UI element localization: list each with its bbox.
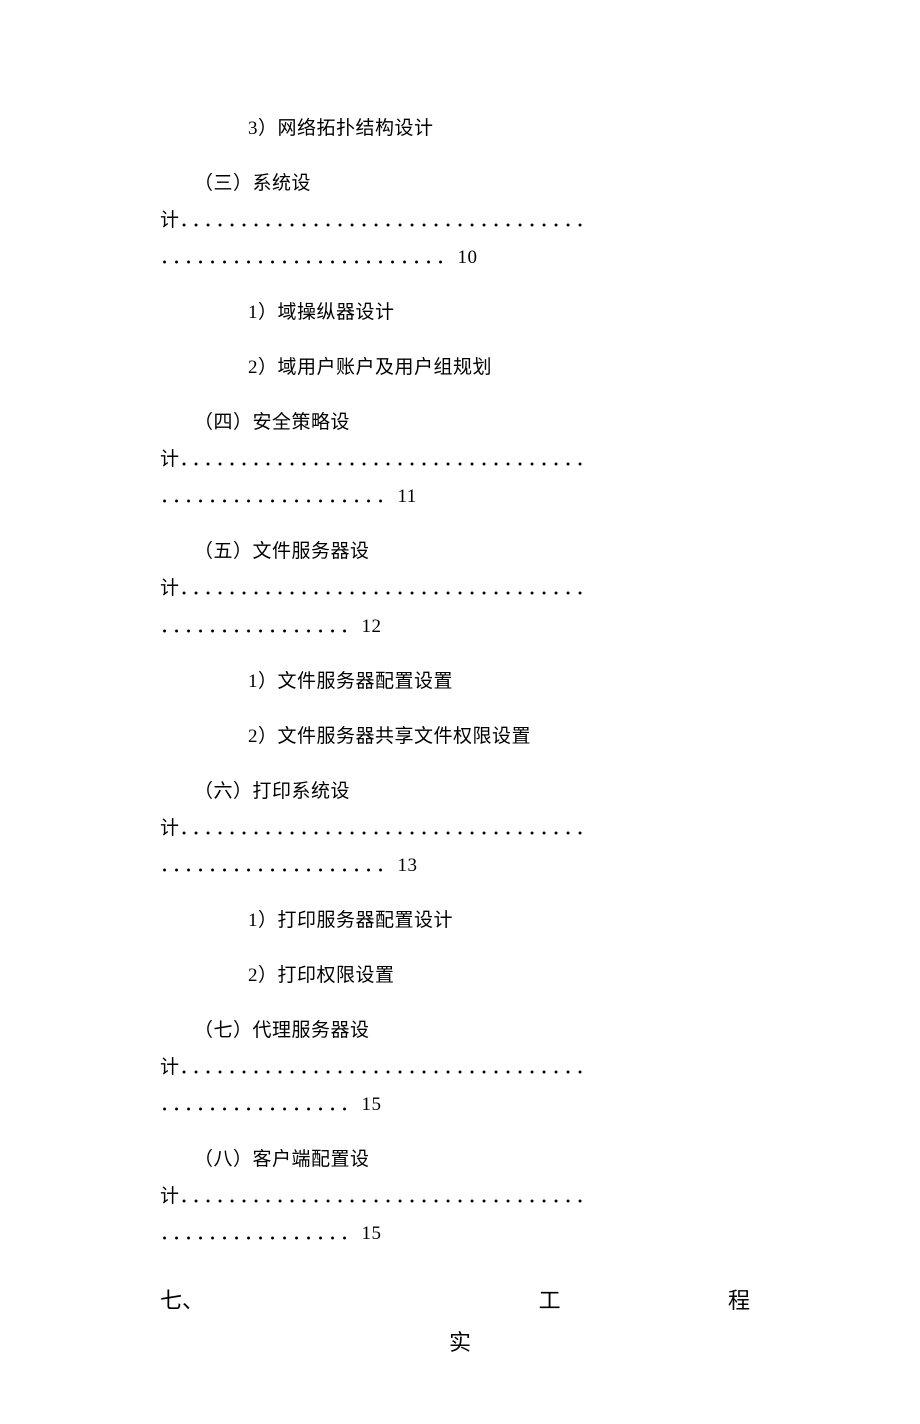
toc-page-number: 11 [398,486,417,507]
toc-label-cont: 计 [160,578,180,599]
toc-dots: ．．．．．．．．．．．．．．．．．．．．．．．．．．．．．．．．．． [180,449,598,470]
heading-number: 七、 [160,1280,204,1322]
toc-section-4-cont: 计．．．．．．．．．．．．．．．．．．．．．．．．．．．．．．．．．． [160,441,760,478]
toc-section-8-dots: ．．．．．．．．．．．．．．．．15 [160,1215,760,1252]
heading-char: 工 [539,1280,561,1322]
toc-section-7: （七）代理服务器设 [160,1012,760,1049]
toc-dots: ．．．．．．．．．．．．．．．．．．．．．．．． [160,247,458,268]
toc-dots: ．．．．．．．．．．．．．．．．．．．．．．．．．．．．．．．．．． [180,818,598,839]
toc-section-8-cont: 计．．．．．．．．．．．．．．．．．．．．．．．．．．．．．．．．．． [160,1178,760,1215]
toc-label: （八）客户端配置设 [194,1149,370,1170]
toc-label-cont: 计 [160,1057,180,1078]
toc-section-5: （五）文件服务器设 [160,533,760,570]
toc-subitem: 1）文件服务器配置设置 [160,663,760,700]
toc-dots: ．．．．．．．．．．．．．．．． [160,616,362,637]
toc-section-6: （六）打印系统设 [160,773,760,810]
toc-page-number: 15 [362,1223,382,1244]
toc-section-5-dots: ．．．．．．．．．．．．．．．．12 [160,608,760,645]
toc-section-3-dots: ．．．．．．．．．．．．．．．．．．．．．．．．10 [160,239,760,276]
toc-label: （四）安全策略设 [194,412,350,433]
toc-label-cont: 计 [160,818,180,839]
toc-label: （六）打印系统设 [194,781,350,802]
heading-char: 程 [728,1280,760,1322]
toc-dots: ．．．．．．．．．．．．．．．． [160,1094,362,1115]
toc-subitem: 3）网络拓扑结构设计 [160,110,760,147]
toc-page-number: 10 [458,247,478,268]
toc-label-cont: 计 [160,210,180,231]
toc-page-number: 13 [398,855,418,876]
toc-dots: ．．．．．．．．．．．．．．．．．．．．．．．．．．．．．．．．．． [180,1186,598,1207]
toc-section-3: （三）系统设 [160,165,760,202]
toc-dots: ．．．．．．．．．．．．．．．．．．． [160,855,398,876]
heading-char: 实 [449,1330,471,1355]
chapter-heading-7: 七、 工 程 实 [160,1280,760,1364]
toc-subitem: 2）打印权限设置 [160,957,760,994]
toc-section-6-dots: ．．．．．．．．．．．．．．．．．．．13 [160,847,760,884]
toc-subitem: 2）域用户账户及用户组规划 [160,349,760,386]
document-page: 3）网络拓扑结构设计 （三）系统设 计．．．．．．．．．．．．．．．．．．．．．… [0,0,920,1424]
toc-subitem: 1）域操纵器设计 [160,294,760,331]
toc-section-7-dots: ．．．．．．．．．．．．．．．．15 [160,1086,760,1123]
toc-section-4-dots: ．．．．．．．．．．．．．．．．．．．11 [160,478,760,515]
toc-label: （五）文件服务器设 [194,541,370,562]
toc-label: （七）代理服务器设 [194,1020,370,1041]
toc-section-5-cont: 计．．．．．．．．．．．．．．．．．．．．．．．．．．．．．．．．．． [160,570,760,607]
toc-label: （三）系统设 [194,173,311,194]
toc-dots: ．．．．．．．．．．．．．．．．．．．．．．．．．．．．．．．．．． [180,210,598,231]
toc-dots: ．．．．．．．．．．．．．．．． [160,1223,362,1244]
toc-subitem: 1）打印服务器配置设计 [160,902,760,939]
toc-dots: ．．．．．．．．．．．．．．．．．．． [160,486,398,507]
toc-label-cont: 计 [160,449,180,470]
toc-page-number: 12 [362,616,382,637]
toc-section-7-cont: 计．．．．．．．．．．．．．．．．．．．．．．．．．．．．．．．．．． [160,1049,760,1086]
toc-dots: ．．．．．．．．．．．．．．．．．．．．．．．．．．．．．．．．．． [180,1057,598,1078]
toc-section-4: （四）安全策略设 [160,404,760,441]
toc-section-8: （八）客户端配置设 [160,1141,760,1178]
toc-page-number: 15 [362,1094,382,1115]
toc-dots: ．．．．．．．．．．．．．．．．．．．．．．．．．．．．．．．．．． [180,578,598,599]
toc-label-cont: 计 [160,1186,180,1207]
toc-subitem: 2）文件服务器共享文件权限设置 [160,718,760,755]
toc-section-6-cont: 计．．．．．．．．．．．．．．．．．．．．．．．．．．．．．．．．．． [160,810,760,847]
toc-section-3-cont: 计．．．．．．．．．．．．．．．．．．．．．．．．．．．．．．．．．． [160,202,760,239]
